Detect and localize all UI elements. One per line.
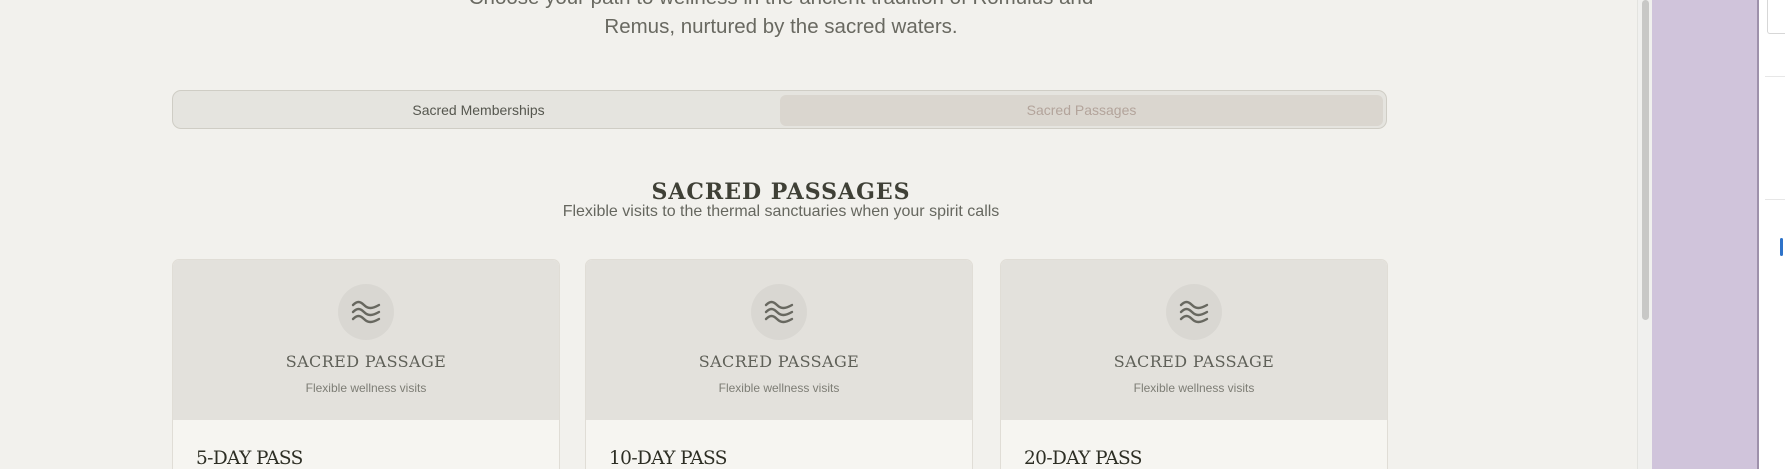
extension-divider <box>1765 76 1785 77</box>
pass-name: 10-DAY PASS <box>609 448 727 469</box>
side-panel <box>1652 0 1757 469</box>
extension-input-edge[interactable] <box>1767 0 1785 34</box>
card-title: SACRED PASSAGE <box>698 352 860 371</box>
card-subtitle: Flexible wellness visits <box>305 381 427 395</box>
section-title: SACRED PASSAGES <box>651 179 911 206</box>
card-subtitle: Flexible wellness visits <box>1133 381 1255 395</box>
intro-text-line-2: Remus, nurtured by the sacred waters. <box>604 15 958 38</box>
card-header: SACRED PASSAGE Flexible wellness visits <box>586 260 972 420</box>
active-marker <box>1780 238 1783 256</box>
waves-icon <box>1166 284 1222 340</box>
pass-card-5-day[interactable]: SACRED PASSAGE Flexible wellness visits … <box>172 259 560 469</box>
card-subtitle: Flexible wellness visits <box>718 381 840 395</box>
card-header: SACRED PASSAGE Flexible wellness visits <box>1001 260 1387 420</box>
section-subtitle: Flexible visits to the thermal sanctuari… <box>562 203 1000 220</box>
scrollbar-thumb[interactable] <box>1642 0 1649 320</box>
waves-icon <box>338 284 394 340</box>
card-header: SACRED PASSAGE Flexible wellness visits <box>173 260 559 420</box>
side-extension <box>1759 0 1785 469</box>
tab-sacred-memberships[interactable]: Sacred Memberships <box>177 95 780 126</box>
page: Choose your path to wellness in the anci… <box>0 0 1637 469</box>
intro-text-line-1: Choose your path to wellness in the anci… <box>0 0 1562 10</box>
card-title: SACRED PASSAGE <box>1113 352 1275 371</box>
pass-card-10-day[interactable]: SACRED PASSAGE Flexible wellness visits … <box>585 259 973 469</box>
card-title: SACRED PASSAGE <box>285 352 447 371</box>
pass-card-20-day[interactable]: SACRED PASSAGE Flexible wellness visits … <box>1000 259 1388 469</box>
pass-name: 20-DAY PASS <box>1024 448 1142 469</box>
waves-icon <box>751 284 807 340</box>
page-scrollbar[interactable] <box>1637 0 1652 469</box>
pass-name: 5-DAY PASS <box>196 448 303 469</box>
tab-sacred-passages[interactable]: Sacred Passages <box>780 95 1383 126</box>
membership-tabs: Sacred Memberships Sacred Passages <box>172 90 1387 129</box>
extension-divider <box>1765 199 1785 200</box>
